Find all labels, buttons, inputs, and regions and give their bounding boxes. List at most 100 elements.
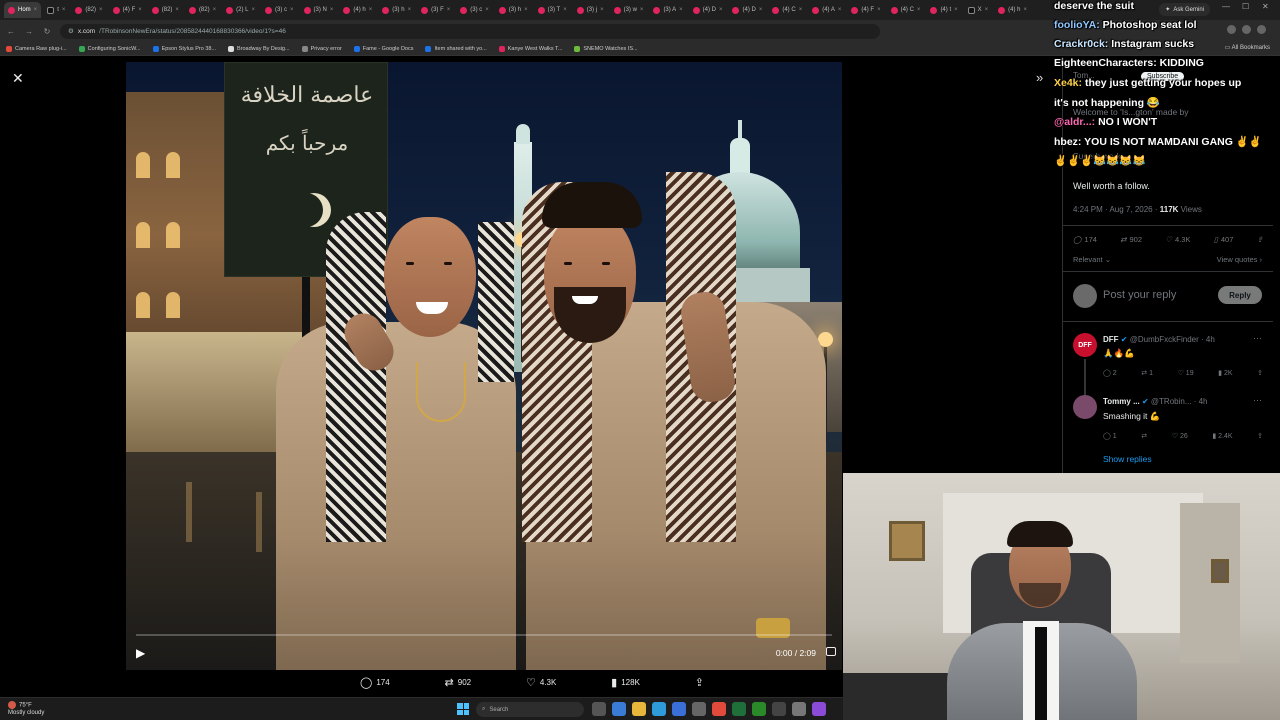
play-icon[interactable]: ▶: [136, 646, 145, 660]
more-icon[interactable]: ···: [1253, 333, 1262, 343]
browser-tab[interactable]: (82) ×: [148, 2, 183, 18]
browser-tab[interactable]: Hom ×: [4, 2, 42, 18]
views-button[interactable]: ▮ 2K: [1218, 369, 1232, 377]
repost-button[interactable]: ⇄ 1: [1141, 369, 1153, 377]
close-tab-icon[interactable]: ×: [838, 7, 842, 13]
share-button[interactable]: ⇪: [695, 676, 704, 689]
profile-icon[interactable]: [1257, 25, 1266, 34]
picture-in-picture-icon[interactable]: [826, 647, 836, 656]
browser-tab[interactable]: (82) ×: [185, 2, 220, 18]
bookmark-item[interactable]: Kanye West Walks T...: [498, 45, 562, 52]
url-field[interactable]: ⚙ x.com/TRobinsonNewEra/status/208582444…: [60, 23, 880, 39]
sort-replies-dropdown[interactable]: Relevant ⌄: [1073, 255, 1111, 264]
browser-tab[interactable]: (3) c ×: [456, 2, 493, 18]
browser-tab[interactable]: X ×: [964, 2, 993, 18]
browser-tab[interactable]: (4) h ×: [994, 2, 1031, 18]
close-tab-icon[interactable]: ×: [917, 7, 921, 13]
maximize-icon[interactable]: ☐: [1242, 2, 1249, 11]
repost-button[interactable]: ⇄ 902: [445, 676, 472, 689]
site-info-icon[interactable]: ⚙: [68, 27, 74, 35]
reply-button[interactable]: ◯ 1: [1103, 432, 1117, 440]
close-tab-icon[interactable]: ×: [138, 7, 142, 13]
extension-icon[interactable]: [1242, 25, 1251, 34]
collapse-panel-icon[interactable]: »: [1036, 70, 1043, 85]
browser-tab[interactable]: (3) T ×: [534, 2, 571, 18]
browser-tab[interactable]: (2) L ×: [222, 2, 259, 18]
video-player[interactable]: عاصمة الخلافة مرحباً بكم ▶ 0:00 / 2:09: [126, 62, 842, 670]
close-tab-icon[interactable]: ×: [34, 7, 38, 13]
views-button[interactable]: ▮ 128K: [611, 676, 640, 689]
back-icon[interactable]: ←: [6, 27, 16, 36]
browser-tab[interactable]: (4) F ×: [847, 2, 884, 18]
close-tab-icon[interactable]: ×: [330, 7, 334, 13]
reply-button[interactable]: ◯ 2: [1103, 369, 1117, 377]
like-button[interactable]: ♡ 4.3K: [526, 676, 556, 689]
chrome-icon[interactable]: [712, 702, 726, 716]
reply-author-name[interactable]: DFF: [1103, 335, 1119, 344]
browser-tab[interactable]: (3) w ×: [610, 2, 648, 18]
view-quotes-link[interactable]: View quotes ›: [1217, 255, 1262, 264]
close-tab-icon[interactable]: ×: [799, 7, 803, 13]
app-icon[interactable]: [812, 702, 826, 716]
bookmark-item[interactable]: Epson Stylus Pro 38...: [152, 45, 216, 52]
task-view-icon[interactable]: [592, 702, 606, 716]
like-button[interactable]: ♡ 19: [1178, 369, 1194, 377]
weather-widget[interactable]: 75°F Mostly cloudy: [8, 701, 44, 717]
app-icon[interactable]: [672, 702, 686, 716]
reload-icon[interactable]: ↻: [42, 27, 52, 36]
bookmark-item[interactable]: Camera Raw plug-i...: [6, 45, 67, 52]
file-explorer-icon[interactable]: [632, 702, 646, 716]
views-button[interactable]: ▮ 2.4K: [1212, 432, 1232, 440]
close-tab-icon[interactable]: ×: [985, 7, 989, 13]
bookmark-button[interactable]: ▯ 407: [1214, 235, 1234, 244]
browser-tab[interactable]: (3) h ×: [495, 2, 532, 18]
close-tab-icon[interactable]: ×: [1024, 7, 1028, 13]
ask-gemini-button[interactable]: ✦ Ask Gemini: [1159, 3, 1210, 16]
close-tab-icon[interactable]: ×: [213, 7, 217, 13]
extension-icon[interactable]: [1227, 25, 1236, 34]
close-tab-icon[interactable]: ×: [408, 7, 412, 13]
close-tab-icon[interactable]: ×: [679, 7, 683, 13]
repost-button[interactable]: ⇄: [1141, 432, 1147, 440]
close-icon[interactable]: ✕: [12, 70, 24, 87]
share-icon[interactable]: ⇪: [1257, 369, 1263, 377]
browser-tab[interactable]: (4) C ×: [887, 2, 925, 18]
browser-tab[interactable]: (4) C ×: [768, 2, 806, 18]
close-tab-icon[interactable]: ×: [640, 7, 644, 13]
app-icon[interactable]: [772, 702, 786, 716]
like-button[interactable]: ♡ 26: [1172, 432, 1188, 440]
share-button[interactable]: ⇪: [1257, 235, 1263, 244]
close-tab-icon[interactable]: ×: [62, 7, 66, 13]
windows-start-icon[interactable]: [457, 703, 469, 715]
close-tab-icon[interactable]: ×: [251, 7, 255, 13]
close-tab-icon[interactable]: ×: [485, 7, 489, 13]
more-icon[interactable]: ···: [1253, 395, 1262, 405]
browser-tab[interactable]: (3) F ×: [417, 2, 454, 18]
close-tab-icon[interactable]: ×: [719, 7, 723, 13]
close-tab-icon[interactable]: ×: [369, 7, 373, 13]
reply-input[interactable]: Post your reply: [1103, 289, 1176, 301]
close-tab-icon[interactable]: ×: [290, 7, 294, 13]
excel-icon[interactable]: [732, 702, 746, 716]
browser-tab[interactable]: (4) t ×: [926, 2, 961, 18]
close-window-icon[interactable]: ✕: [1262, 2, 1269, 11]
forward-icon[interactable]: →: [24, 27, 34, 36]
avatar[interactable]: DFF: [1073, 333, 1097, 357]
browser-tab[interactable]: (3) A ×: [649, 2, 686, 18]
bookmark-item[interactable]: Privacy error: [301, 45, 342, 52]
edge-icon[interactable]: [652, 702, 666, 716]
share-icon[interactable]: ⇪: [1257, 432, 1263, 440]
bookmark-item[interactable]: Fame - Google Docs: [353, 45, 413, 52]
browser-tab[interactable]: (82) ×: [71, 2, 106, 18]
reply-button[interactable]: ◯ 174: [1073, 235, 1097, 244]
close-tab-icon[interactable]: ×: [447, 7, 451, 13]
close-tab-icon[interactable]: ×: [954, 7, 958, 13]
app-icon[interactable]: [792, 702, 806, 716]
tweet-timestamp[interactable]: 4:24 PM · Aug 7, 2026 ·: [1073, 205, 1158, 214]
all-bookmarks-button[interactable]: ▭ All Bookmarks: [1225, 44, 1270, 51]
close-tab-icon[interactable]: ×: [600, 7, 604, 13]
browser-tab[interactable]: (3) c ×: [261, 2, 298, 18]
close-tab-icon[interactable]: ×: [877, 7, 881, 13]
repost-button[interactable]: ⇄ 902: [1120, 235, 1142, 244]
browser-tab[interactable]: (4) F ×: [109, 2, 146, 18]
